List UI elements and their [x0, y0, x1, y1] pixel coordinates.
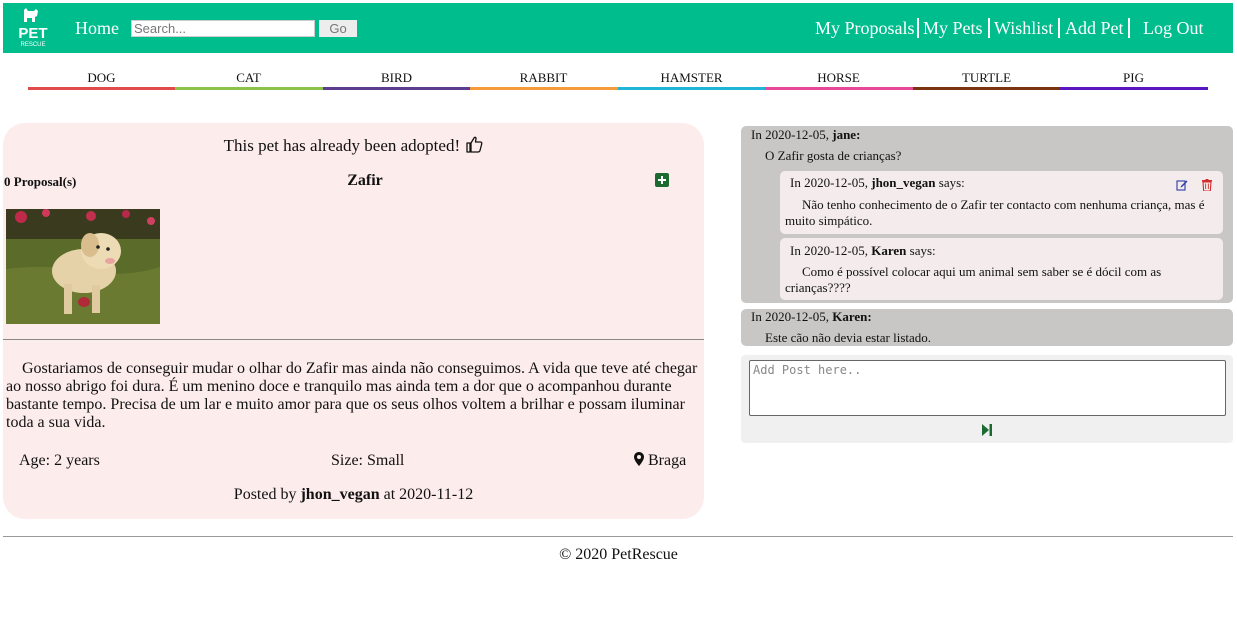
- category-bird[interactable]: BIRD: [323, 71, 470, 85]
- comment-meta: In 2020-12-05, jane:: [751, 127, 860, 142]
- footer-copyright: © 2020 PetRescue: [559, 546, 678, 563]
- pet-photo: [6, 209, 160, 324]
- nav-home-link[interactable]: Home: [75, 17, 119, 39]
- nav-separator: [1128, 18, 1130, 38]
- category-underline: [618, 87, 765, 90]
- comment-date: In 2020-12-05,: [751, 309, 829, 324]
- map-marker-icon: [634, 452, 644, 466]
- posted-date: at 2020-11-12: [383, 486, 474, 503]
- search-input[interactable]: [131, 20, 315, 37]
- category-underline: [323, 87, 470, 90]
- category-hamster[interactable]: HAMSTER: [618, 71, 765, 85]
- reply-meta: In 2020-12-05, jhon_vegan says:: [790, 175, 965, 190]
- edit-icon[interactable]: [1176, 179, 1188, 191]
- post-textarea[interactable]: [749, 360, 1226, 416]
- pet-rescue-logo[interactable]: PET RESCUE: [17, 6, 49, 50]
- comment-text: Este cão não devia estar listado.: [765, 330, 932, 345]
- pet-location-text: Braga: [648, 452, 687, 469]
- category-rabbit[interactable]: RABBIT: [470, 71, 617, 85]
- category-turtle[interactable]: TURTLE: [913, 71, 1060, 85]
- posted-author[interactable]: jhon_vegan: [300, 486, 379, 503]
- nav-log-out[interactable]: Log Out: [1143, 17, 1204, 39]
- category-pig[interactable]: PIG: [1060, 71, 1207, 85]
- comment-author: Karen:: [832, 309, 872, 324]
- pet-description: Gostariamos de conseguir mudar o olhar d…: [6, 360, 698, 431]
- category-horse[interactable]: HORSE: [765, 71, 912, 85]
- category-underline: [765, 87, 913, 90]
- category-cat[interactable]: CAT: [175, 71, 322, 85]
- comment-text: O Zafir gosta de crianças?: [765, 148, 902, 163]
- pet-name: Zafir: [347, 172, 383, 189]
- top-navbar: PET RESCUE Home Go My Proposals My Pets …: [3, 3, 1233, 53]
- dog-cat-silhouette-icon: [24, 8, 38, 22]
- adopted-message: This pet has already been adopted!: [0, 136, 707, 156]
- pet-size: Size: Small: [331, 452, 405, 469]
- pet-age: Age: 2 years: [19, 452, 100, 469]
- comment-date: In 2020-12-05,: [751, 127, 829, 142]
- comment-meta: In 2020-12-05, Karen:: [751, 309, 872, 324]
- comment-author: jane:: [832, 127, 861, 142]
- nav-my-pets[interactable]: My Pets: [923, 17, 983, 39]
- proposal-count: 0 Proposal(s): [4, 174, 77, 189]
- posted-prefix: Posted by: [233, 486, 297, 503]
- trash-icon[interactable]: [1202, 179, 1212, 191]
- add-proposal-icon[interactable]: [655, 173, 669, 187]
- category-underline: [28, 87, 175, 90]
- send-post-icon[interactable]: [982, 424, 992, 436]
- category-underline: [470, 87, 618, 90]
- reply-author: jhon_vegan: [871, 175, 936, 190]
- pet-location: Braga: [634, 452, 686, 470]
- card-divider: [3, 339, 704, 340]
- category-underline: [175, 87, 323, 90]
- nav-add-pet[interactable]: Add Pet: [1065, 17, 1124, 39]
- nav-separator: [1058, 18, 1060, 38]
- reply-text: Não tenho conhecimento de o Zafir ter co…: [785, 197, 1205, 228]
- reply-author: Karen: [871, 243, 907, 258]
- reply-meta: In 2020-12-05, Karen says:: [790, 243, 936, 258]
- footer-divider: [3, 536, 1233, 537]
- logo-text-rescue: RESCUE: [20, 42, 46, 48]
- reply-date: In 2020-12-05,: [790, 243, 868, 258]
- search-go-button[interactable]: Go: [319, 20, 357, 37]
- nav-separator: [988, 18, 990, 38]
- reply-date: In 2020-12-05,: [790, 175, 868, 190]
- thumbs-up-icon: [466, 136, 483, 153]
- reply-says: says:: [909, 243, 936, 258]
- category-dog[interactable]: DOG: [28, 71, 175, 85]
- nav-my-proposals[interactable]: My Proposals: [815, 17, 915, 39]
- nav-wishlist[interactable]: Wishlist: [994, 17, 1053, 39]
- reply-says: says:: [938, 175, 965, 190]
- nav-separator: [917, 18, 919, 38]
- reply-text: Como é possível colocar aqui um animal s…: [785, 264, 1162, 295]
- adopted-message-text: This pet has already been adopted!: [223, 136, 461, 155]
- logo-text-pet: PET: [18, 25, 48, 42]
- category-underline: [1060, 87, 1208, 90]
- posted-by: Posted by jhon_vegan at 2020-11-12: [0, 486, 707, 504]
- category-underline: [913, 87, 1060, 90]
